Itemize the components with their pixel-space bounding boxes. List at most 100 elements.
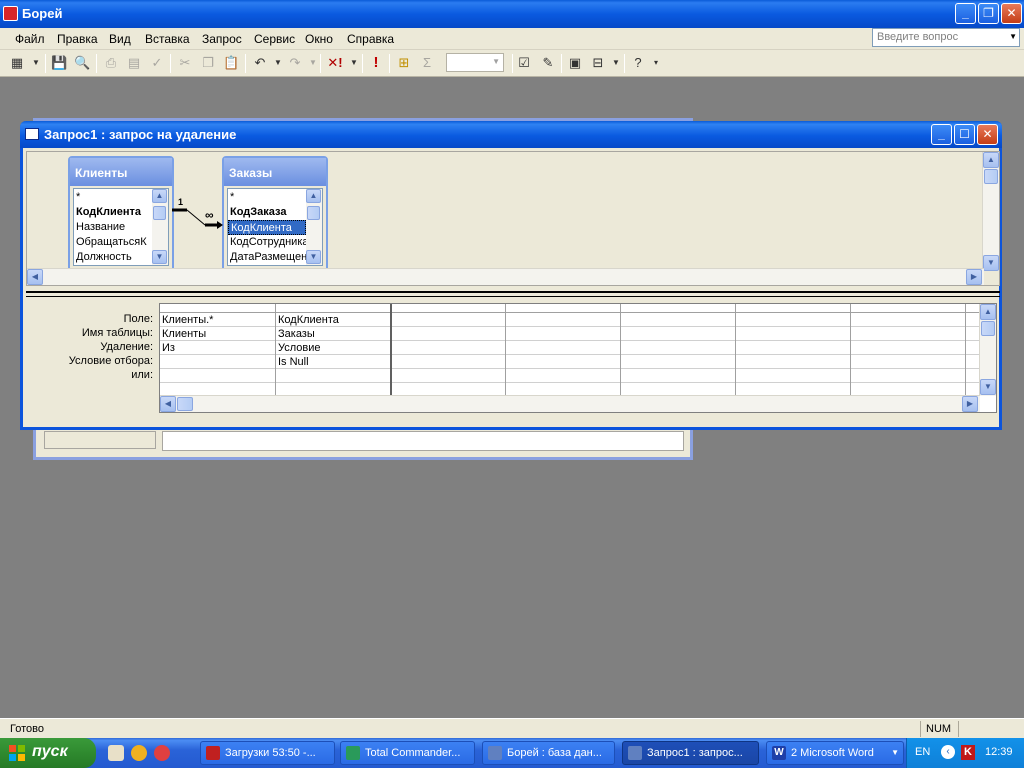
totals-icon[interactable]: Σ xyxy=(419,55,435,71)
menu-window[interactable]: Окно xyxy=(305,32,333,46)
scroll-thumb[interactable] xyxy=(177,397,193,411)
cut-icon[interactable]: ✂ xyxy=(177,55,193,71)
minimize-button[interactable]: _ xyxy=(955,3,976,24)
field-item[interactable]: Должность xyxy=(74,250,152,265)
relationship-line[interactable] xyxy=(27,152,267,242)
query-minimize-button[interactable]: _ xyxy=(931,124,952,145)
field-item[interactable]: ДатаРазмещени xyxy=(228,250,306,265)
grid-cell-criteria[interactable] xyxy=(160,355,162,369)
chevron-left-icon[interactable]: ‹ xyxy=(941,745,955,759)
scroll-thumb[interactable] xyxy=(307,206,320,220)
grid-cell-delete[interactable]: Из xyxy=(160,341,175,355)
preview-icon[interactable]: ▤ xyxy=(126,55,142,71)
scroll-down-icon[interactable]: ▼ xyxy=(152,250,167,264)
antivirus-icon[interactable]: K xyxy=(961,745,975,760)
menu-help[interactable]: Справка xyxy=(347,32,394,46)
close-button[interactable]: ✕ xyxy=(1001,3,1022,24)
pane-splitter[interactable] xyxy=(26,291,1000,297)
grid-cell-table[interactable]: Клиенты xyxy=(160,327,206,341)
scroll-up-icon[interactable]: ▲ xyxy=(983,152,999,168)
scroll-down-icon[interactable]: ▼ xyxy=(980,379,996,395)
table-pane-vscroll[interactable]: ▲ ▼ xyxy=(982,152,999,271)
menu-view[interactable]: Вид xyxy=(109,32,131,46)
redo-icon[interactable]: ↷ xyxy=(287,55,303,71)
query-icon[interactable] xyxy=(25,128,39,140)
spelling-icon[interactable]: ✓ xyxy=(149,55,165,71)
query-maximize-button[interactable]: ☐ xyxy=(954,124,975,145)
toolbar-separator xyxy=(389,54,390,73)
database-window-icon[interactable]: ▣ xyxy=(567,55,583,71)
print-icon[interactable]: ⎙ xyxy=(103,55,119,71)
menu-file[interactable]: Файл xyxy=(15,32,45,46)
restore-button[interactable]: ❐ xyxy=(978,3,999,24)
copy-icon[interactable]: ❐ xyxy=(200,55,216,71)
properties-icon[interactable]: ☑ xyxy=(516,55,532,71)
chevron-down-icon[interactable]: ▼ xyxy=(28,55,44,71)
menu-edit[interactable]: Правка xyxy=(57,32,98,46)
grid-hscroll[interactable]: ◀ ▶ xyxy=(160,395,980,412)
scroll-thumb[interactable] xyxy=(984,169,998,184)
downloads-app-icon xyxy=(206,746,220,760)
object-bar[interactable] xyxy=(44,431,156,449)
paste-icon[interactable]: 📋 xyxy=(223,55,239,71)
scroll-right-icon[interactable]: ▶ xyxy=(966,269,982,285)
grid-cell-criteria[interactable]: Is Null xyxy=(276,355,309,369)
design-grid[interactable]: Клиенты.* Клиенты Из КодКлиента Заказы У… xyxy=(159,303,997,413)
zoom-combobox[interactable]: ▼ xyxy=(446,53,504,72)
task-query1[interactable]: Запрос1 : запрос... xyxy=(622,741,759,765)
chevron-down-icon[interactable]: ▼ xyxy=(891,742,899,764)
new-object-icon[interactable]: ⊟ xyxy=(590,55,606,71)
undo-icon[interactable]: ↶ xyxy=(252,55,268,71)
scroll-up-icon[interactable]: ▲ xyxy=(306,189,321,203)
chevron-down-icon[interactable]: ▼ xyxy=(305,55,321,71)
chevron-down-icon[interactable]: ▾ xyxy=(648,55,664,71)
grid-vscroll[interactable]: ▲ ▼ xyxy=(979,304,996,396)
builder-icon[interactable]: ✎ xyxy=(540,55,556,71)
chevron-down-icon[interactable]: ▼ xyxy=(1009,32,1017,41)
start-button[interactable]: пуск xyxy=(0,738,96,768)
field-list-scrollbar[interactable]: ▲ ▼ xyxy=(306,189,322,265)
table-pane[interactable]: Клиенты * КодКлиента Название Обращаться… xyxy=(26,151,1000,286)
scroll-up-icon[interactable]: ▲ xyxy=(980,304,996,320)
scroll-left-icon[interactable]: ◀ xyxy=(160,396,176,412)
grid-cell-field[interactable]: Клиенты.* xyxy=(160,313,213,327)
show-table-icon[interactable]: ⊞ xyxy=(396,55,412,71)
object-list[interactable] xyxy=(162,431,684,451)
save-icon[interactable]: 💾 xyxy=(51,55,67,71)
quicklaunch-notepad-icon[interactable] xyxy=(108,745,124,761)
quicklaunch-browser-icon[interactable] xyxy=(154,745,170,761)
scroll-left-icon[interactable]: ◀ xyxy=(27,269,43,285)
chevron-down-icon[interactable]: ▼ xyxy=(270,55,286,71)
task-borey-db[interactable]: Борей : база дан... xyxy=(482,741,615,765)
query-type-delete-icon[interactable]: ✕! xyxy=(327,55,343,71)
access-app-icon[interactable] xyxy=(3,6,18,21)
query-window-titlebar[interactable]: Запрос1 : запрос на удаление _ ☐ ✕ xyxy=(20,121,1002,148)
menu-tools[interactable]: Сервис xyxy=(254,32,295,46)
run-icon[interactable]: ! xyxy=(368,55,384,71)
row-label-table: Имя таблицы: xyxy=(81,327,153,339)
grid-cell-field[interactable]: КодКлиента xyxy=(276,313,339,327)
scroll-down-icon[interactable]: ▼ xyxy=(983,255,999,271)
chevron-down-icon[interactable]: ▼ xyxy=(346,55,362,71)
view-icon[interactable]: ▦ xyxy=(9,55,25,71)
grid-cell-table[interactable]: Заказы xyxy=(276,327,315,341)
menu-query[interactable]: Запрос xyxy=(202,32,242,46)
scroll-down-icon[interactable]: ▼ xyxy=(306,250,321,264)
scroll-thumb[interactable] xyxy=(981,321,995,336)
chevron-down-icon[interactable]: ▼ xyxy=(492,57,500,66)
table-pane-hscroll[interactable]: ◀ ▶ xyxy=(27,268,984,285)
scroll-right-icon[interactable]: ▶ xyxy=(962,396,978,412)
grid-cell-delete[interactable]: Условие xyxy=(276,341,321,355)
column-selector-row[interactable] xyxy=(160,304,980,313)
ask-question-input[interactable]: Введите вопрос ▼ xyxy=(872,28,1020,47)
chevron-down-icon[interactable]: ▼ xyxy=(608,55,624,71)
quicklaunch-media-icon[interactable] xyxy=(131,745,147,761)
task-total-commander[interactable]: Total Commander... xyxy=(340,741,475,765)
menu-insert[interactable]: Вставка xyxy=(145,32,190,46)
task-word[interactable]: W 2 Microsoft Word ▼ xyxy=(766,741,904,765)
query-close-button[interactable]: ✕ xyxy=(977,124,998,145)
language-indicator[interactable]: EN xyxy=(915,746,930,758)
help-icon[interactable]: ? xyxy=(630,55,646,71)
task-downloads[interactable]: Загрузки 53:50 -... xyxy=(200,741,335,765)
print-preview-icon[interactable]: 🔍 xyxy=(74,55,90,71)
